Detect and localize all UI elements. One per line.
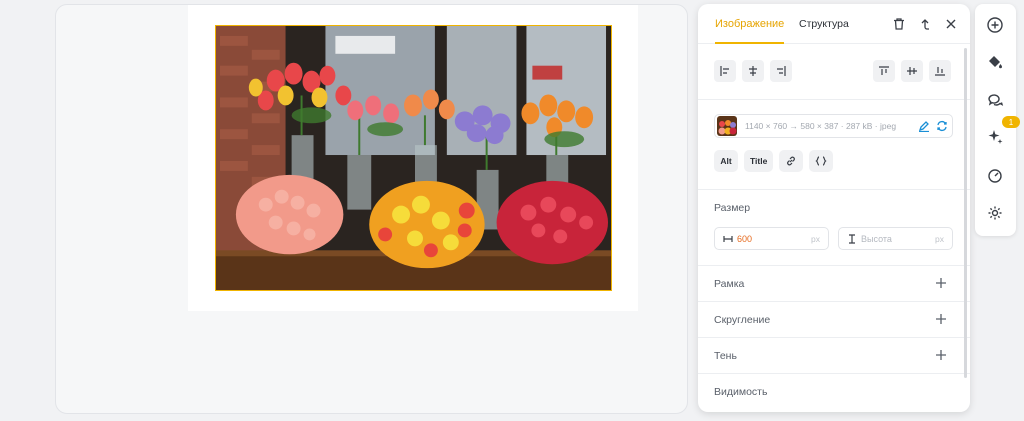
align-left-icon[interactable] bbox=[714, 60, 736, 82]
align-center-icon[interactable] bbox=[742, 60, 764, 82]
radius-title: Скругление bbox=[714, 314, 771, 326]
select-parent-icon[interactable] bbox=[916, 15, 934, 33]
braces-icon bbox=[815, 156, 827, 166]
shadow-section[interactable]: Тень bbox=[698, 338, 970, 374]
height-field[interactable]: Высота px bbox=[838, 227, 953, 250]
size-section: Размер 600 px Высота px bbox=[698, 190, 970, 266]
image-source-section: 1140 × 760 → 580 × 387 · 287 kB · jpeg A… bbox=[698, 100, 970, 190]
align-right-icon[interactable] bbox=[770, 60, 792, 82]
width-value: 600 bbox=[737, 233, 753, 244]
ai-sparkle-icon[interactable] bbox=[986, 128, 1004, 146]
add-radius-icon[interactable] bbox=[934, 312, 948, 326]
image-file-field[interactable]: 1140 × 760 → 580 × 387 · 287 kB · jpeg bbox=[714, 114, 953, 138]
link-icon bbox=[787, 156, 796, 166]
width-unit: px bbox=[811, 233, 820, 244]
add-shadow-icon[interactable] bbox=[934, 348, 948, 362]
settings-gear-icon[interactable] bbox=[986, 204, 1004, 222]
add-border-icon[interactable] bbox=[934, 276, 948, 290]
paint-bucket-icon[interactable] bbox=[986, 53, 1004, 71]
tab-image[interactable]: Изображение bbox=[715, 18, 785, 44]
align-bottom-icon[interactable] bbox=[929, 60, 951, 82]
image-thumbnail bbox=[717, 116, 737, 136]
selected-image[interactable] bbox=[215, 25, 612, 291]
editor-canvas-area bbox=[10, 0, 698, 421]
visibility-title: Видимость bbox=[714, 386, 768, 398]
alt-button[interactable]: Alt bbox=[714, 150, 738, 172]
right-toolbar: 1 bbox=[975, 4, 1020, 236]
flowers-photo bbox=[216, 26, 611, 290]
alignment-section bbox=[698, 44, 970, 100]
panel-tabs: Изображение Структура bbox=[698, 4, 970, 44]
border-title: Рамка bbox=[714, 278, 745, 290]
panel-scrollbar[interactable] bbox=[964, 48, 967, 378]
height-icon bbox=[849, 233, 855, 244]
visibility-section[interactable]: Видимость bbox=[698, 374, 970, 410]
horizontal-align-group bbox=[714, 60, 792, 82]
image-attribute-chips: Alt Title bbox=[714, 150, 834, 172]
notification-badge: 1 bbox=[1002, 116, 1020, 128]
height-unit: px bbox=[935, 233, 944, 244]
align-top-icon[interactable] bbox=[873, 60, 895, 82]
vertical-align-group bbox=[873, 60, 951, 82]
align-middle-icon[interactable] bbox=[901, 60, 923, 82]
tab-structure[interactable]: Структура bbox=[799, 18, 849, 30]
speedometer-icon[interactable] bbox=[986, 166, 1004, 184]
trash-icon[interactable] bbox=[890, 15, 908, 33]
variable-button[interactable] bbox=[809, 150, 834, 172]
link-button[interactable] bbox=[779, 150, 804, 172]
height-placeholder: Высота bbox=[861, 233, 892, 244]
canvas bbox=[55, 4, 688, 414]
title-button[interactable]: Title bbox=[744, 150, 774, 172]
width-icon bbox=[723, 235, 733, 242]
comments-icon[interactable] bbox=[986, 91, 1004, 109]
email-page bbox=[188, 5, 638, 311]
size-title: Размер bbox=[714, 202, 751, 214]
tab-actions bbox=[890, 15, 960, 33]
edit-icon[interactable] bbox=[918, 119, 930, 137]
shadow-title: Тень bbox=[714, 350, 737, 362]
border-section[interactable]: Рамка bbox=[698, 266, 970, 302]
replace-icon[interactable] bbox=[936, 119, 948, 137]
radius-section[interactable]: Скругление bbox=[698, 302, 970, 338]
image-file-meta: 1140 × 760 → 580 × 387 · 287 kB · jpeg bbox=[745, 121, 897, 131]
properties-panel: Изображение Структура 1140 × 760 → 580 ×… bbox=[698, 4, 970, 412]
width-field[interactable]: 600 px bbox=[714, 227, 829, 250]
file-actions bbox=[918, 119, 948, 137]
close-icon[interactable] bbox=[942, 15, 960, 33]
add-block-icon[interactable] bbox=[986, 16, 1004, 34]
